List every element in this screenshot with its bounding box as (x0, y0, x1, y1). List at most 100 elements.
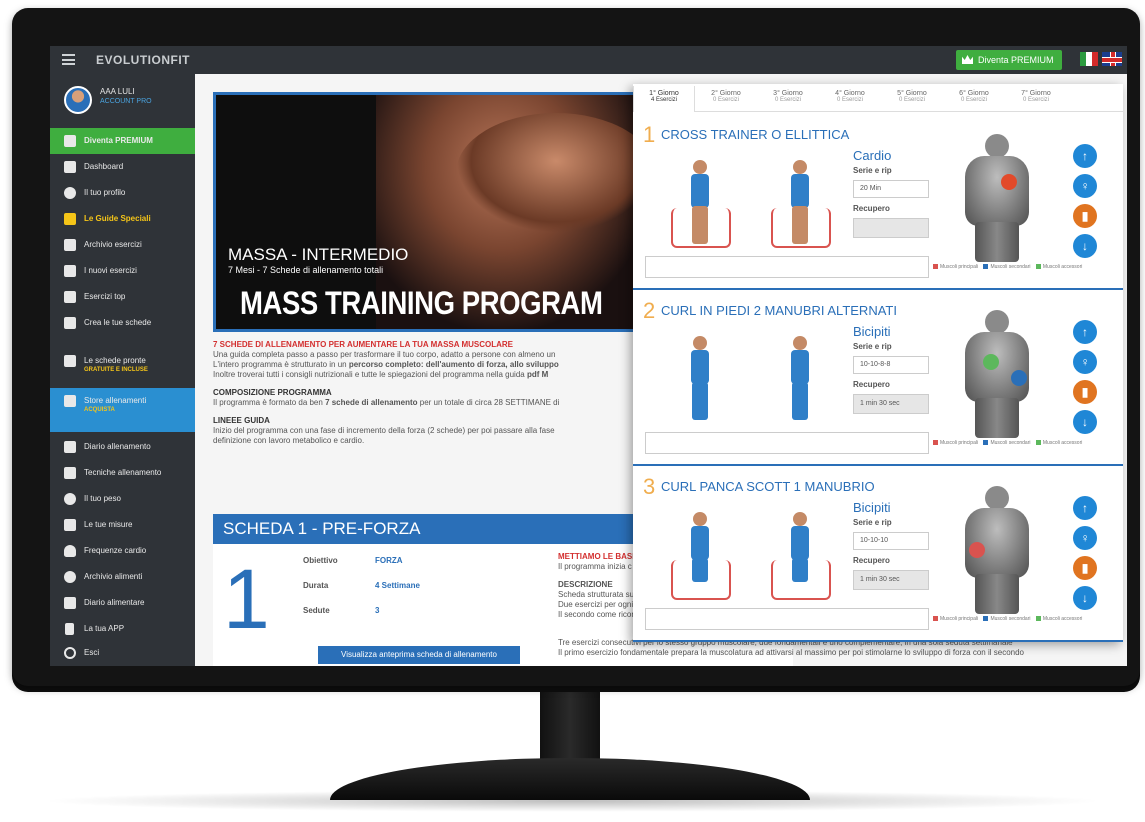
sidebar-item-food-diary[interactable]: Diario alimentare (50, 590, 195, 616)
legend-secondary: Muscoli secondari (983, 616, 1031, 622)
sidebar-item-techniques[interactable]: Tecniche allenamento (50, 460, 195, 486)
monitor-frame: EVOLUTIONFIT Diventa PREMIUM AAA LULI AC… (12, 8, 1140, 686)
sidebar-item-label: Archivio esercizi (84, 240, 142, 249)
sets-label: Serie e rip (853, 166, 892, 175)
tab-day-7[interactable]: 7° Giorno 0 Esercizi (1005, 86, 1067, 112)
muscle-legend: Muscoli principali Muscoli secondari Mus… (933, 616, 1086, 622)
hamburger-menu-icon[interactable] (62, 54, 75, 65)
muscle-legend: Muscoli principali Muscoli secondari Mus… (933, 264, 1086, 270)
exercise-note-input[interactable] (645, 256, 929, 278)
sets-input[interactable]: 10-10-10 (853, 532, 929, 550)
move-up-icon[interactable]: ↑ (1073, 496, 1097, 520)
exercise-end-illustration (763, 510, 839, 606)
plan-goal-value: FORZA (375, 556, 403, 565)
exercise-muscle-group: Bicipiti (853, 324, 891, 339)
athlete-icon[interactable]: ♀ (1073, 526, 1097, 550)
sidebar-item-label: Tecniche allenamento (84, 468, 162, 477)
sidebar-item-logout[interactable]: Esci (50, 640, 195, 666)
rest-input[interactable] (853, 218, 929, 238)
brand-logo[interactable]: EVOLUTIONFIT (96, 53, 190, 67)
sidebar-item-label: Esercizi top (84, 292, 126, 301)
tab-day-2[interactable]: 2° Giorno 0 Esercizi (695, 86, 757, 112)
intro-bold: percorso completo: dell'aumento di forza… (348, 360, 559, 369)
exercise-number: 1 (643, 122, 656, 147)
day-tab-count: 0 Esercizi (1022, 97, 1049, 103)
trash-icon[interactable]: ▮ (1073, 556, 1097, 580)
move-up-icon[interactable]: ↑ (1073, 320, 1097, 344)
athlete-icon[interactable]: ♀ (1073, 174, 1097, 198)
user-block[interactable]: AAA LULI ACCOUNT PRO (50, 74, 195, 128)
sidebar-item-store[interactable]: Store allenamenti ACQUISTA (50, 388, 195, 432)
avatar[interactable] (64, 86, 92, 114)
tab-day-6[interactable]: 6° Giorno 0 Esercizi (943, 86, 1005, 112)
sidebar-item-training-diary[interactable]: Diario allenamento (50, 434, 195, 460)
sidebar-item-label: Le Guide Speciali (84, 214, 151, 223)
day-tab-label: 3° Giorno (773, 90, 803, 97)
legend-accessory-label: Muscoli accessori (1042, 264, 1083, 270)
sidebar-item-label: Diventa PREMIUM (84, 136, 153, 145)
sidebar-item-profile[interactable]: Il tuo profilo (50, 180, 195, 206)
become-premium-button[interactable]: Diventa PREMIUM (956, 50, 1062, 70)
sidebar-item-heart-rate[interactable]: Frequenze cardio (50, 538, 195, 564)
sidebar-item-label: Diario allenamento (84, 442, 151, 451)
rest-input[interactable]: 1 min 30 sec (853, 570, 929, 590)
exercise-title[interactable]: CROSS TRAINER O ELLITTICA (661, 127, 849, 142)
day-tab-count: 0 Esercizi (960, 97, 987, 103)
intro-bold: 7 schede di allenamento (325, 398, 418, 407)
sidebar-item-label: La tua APP (84, 624, 125, 633)
move-up-icon[interactable]: ↑ (1073, 144, 1097, 168)
tab-day-5[interactable]: 5° Giorno 0 Esercizi (881, 86, 943, 112)
exercise-title[interactable]: CURL IN PIEDI 2 MANUBRI ALTERNATI (661, 303, 897, 318)
exercise-note-input[interactable] (645, 432, 929, 454)
plan-duration: Durata 4 Settimane (303, 581, 420, 590)
sidebar-item-create-plans[interactable]: Crea le tue schede (50, 310, 195, 348)
legend-accessory: Muscoli accessori (1035, 616, 1082, 622)
monitor-base (330, 758, 810, 800)
rest-label: Recupero (853, 204, 890, 213)
sidebar-item-exercise-archive[interactable]: Archivio esercizi (50, 232, 195, 258)
exercise-end-illustration (763, 158, 839, 254)
hero-subtitle: MASSA - INTERMEDIO (228, 245, 409, 264)
monitor-neck (540, 690, 600, 764)
hero-meta: 7 Mesi - 7 Schede di allenamento totali (228, 265, 384, 275)
sidebar-item-dashboard[interactable]: Dashboard (50, 154, 195, 180)
sidebar-item-ready-plans[interactable]: Le schede pronte GRATUITE E INCLUSE (50, 348, 195, 388)
exercise-note-input[interactable] (645, 608, 929, 630)
legend-accessory-label: Muscoli accessori (1042, 440, 1083, 446)
clipboard-icon (64, 395, 76, 407)
sidebar-item-top-exercises[interactable]: Esercizi top (50, 284, 195, 310)
tab-day-3[interactable]: 3° Giorno 0 Esercizi (757, 86, 819, 112)
move-down-icon[interactable]: ↓ (1073, 234, 1097, 258)
trash-icon[interactable]: ▮ (1073, 204, 1097, 228)
tab-day-1[interactable]: 1° Giorno 4 Esercizi (633, 86, 695, 112)
exercise-number: 2 (643, 298, 656, 323)
move-down-icon[interactable]: ↓ (1073, 586, 1097, 610)
intro-text: Il programma è formato da ben (213, 398, 326, 407)
sidebar-item-guides[interactable]: Le Guide Speciali (50, 206, 195, 232)
italian-flag-icon[interactable] (1080, 52, 1098, 66)
plan-goal-label: Obiettivo (303, 556, 338, 565)
trash-icon[interactable]: ▮ (1073, 380, 1097, 404)
sidebar-item-label: I nuovi esercizi (84, 266, 137, 275)
athlete-icon[interactable]: ♀ (1073, 350, 1097, 374)
exercise-title[interactable]: CURL PANCA SCOTT 1 MANUBRIO (661, 479, 875, 494)
sidebar-item-app[interactable]: La tua APP (50, 616, 195, 642)
sidebar-item-food-archive[interactable]: Archivio alimenti (50, 564, 195, 590)
preview-plan-button[interactable]: Visualizza anteprima scheda di allenamen… (318, 646, 520, 664)
move-down-icon[interactable]: ↓ (1073, 410, 1097, 434)
sidebar-item-measures[interactable]: Le tue misure (50, 512, 195, 538)
sidebar-item-new-exercises[interactable]: I nuovi esercizi (50, 258, 195, 284)
legend-primary: Muscoli principali (933, 440, 978, 446)
exercise-number: 3 (643, 474, 656, 499)
sidebar-item-premium[interactable]: Diventa PREMIUM (50, 128, 195, 154)
day-tab-label: 5° Giorno (897, 90, 927, 97)
uk-flag-icon[interactable] (1102, 52, 1122, 66)
sets-input[interactable]: 20 Min (853, 180, 929, 198)
sidebar-item-weight[interactable]: Il tuo peso (50, 486, 195, 512)
become-premium-label: Diventa PREMIUM (978, 55, 1054, 65)
heart-icon (64, 545, 76, 557)
tab-day-4[interactable]: 4° Giorno 0 Esercizi (819, 86, 881, 112)
plan-sessions: Sedute 3 (303, 606, 379, 615)
rest-input[interactable]: 1 min 30 sec (853, 394, 929, 414)
sets-input[interactable]: 10-10-8-8 (853, 356, 929, 374)
